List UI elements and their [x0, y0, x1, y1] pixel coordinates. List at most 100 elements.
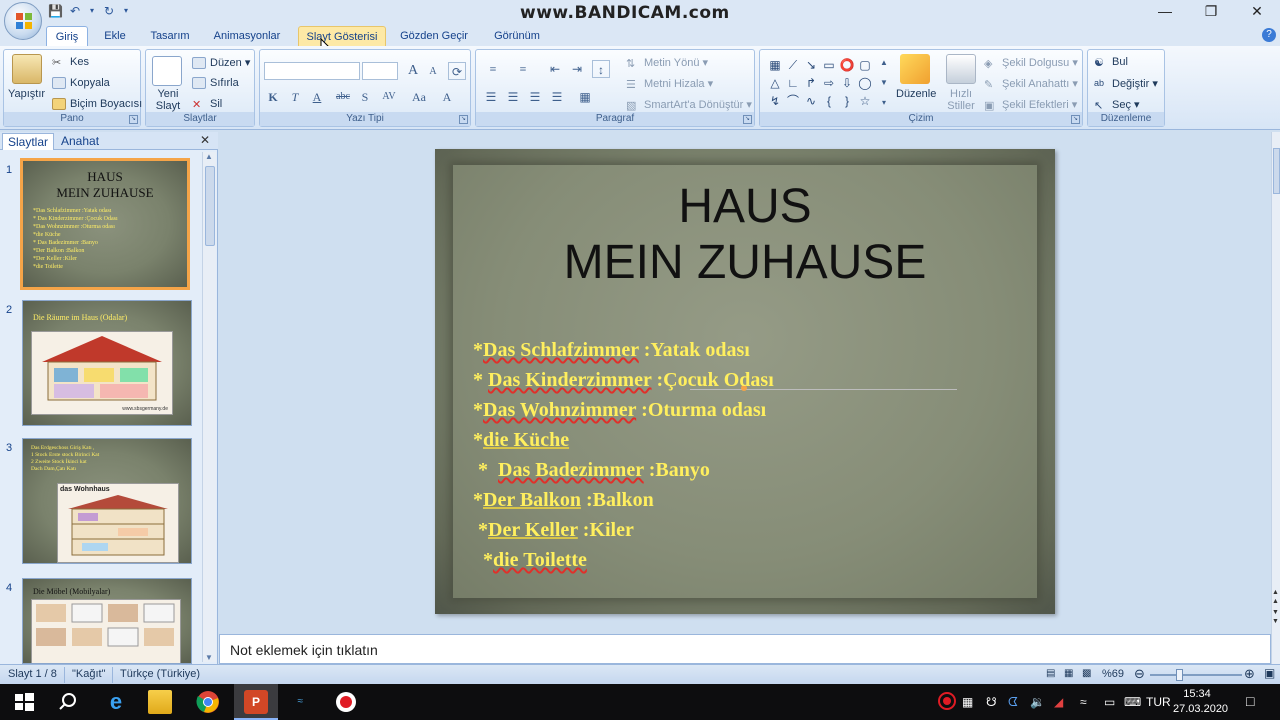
wifi-icon[interactable]: ≈	[1080, 695, 1087, 709]
speaker-icon[interactable]: ◢	[1054, 695, 1063, 709]
lightning-shape-icon[interactable]: ↯	[767, 93, 783, 109]
bold-button[interactable]: K	[264, 88, 282, 106]
increase-indent-icon[interactable]: ⇥	[568, 60, 586, 78]
zoom-slider[interactable]	[1150, 674, 1242, 676]
freeform-shape-icon[interactable]: ∿	[803, 93, 819, 109]
elbow-arrow-shape-icon[interactable]: ↱	[803, 75, 819, 91]
text-shadow-button[interactable]: S	[356, 88, 374, 106]
volume-icon[interactable]: 🔉	[1030, 695, 1045, 709]
cut-button[interactable]: ✂ Kes	[52, 56, 89, 69]
zoom-slider-thumb[interactable]	[1176, 669, 1183, 681]
scroll-thumb[interactable]	[1273, 148, 1280, 194]
smartart-button[interactable]: ▧ SmartArt'a Dönüştür ▾	[626, 98, 752, 112]
format-painter-button[interactable]: Biçim Boyacısı	[52, 98, 142, 111]
zoom-in-icon[interactable]: ⊕	[1244, 666, 1255, 682]
line-shape-icon[interactable]: ⟋	[785, 57, 801, 73]
windows-start-icon[interactable]	[12, 690, 36, 714]
italic-button[interactable]: T	[286, 88, 304, 106]
new-slide-button[interactable]: Yeni Slayt	[154, 88, 182, 112]
close-panel-icon[interactable]: ✕	[200, 133, 210, 147]
current-slide[interactable]: HAUS MEIN ZUHAUSE *Das Schlafzimmer :Yat…	[435, 149, 1055, 614]
tab-ekle[interactable]: Ekle	[96, 26, 134, 46]
numbering-icon[interactable]: ≡	[512, 60, 534, 78]
undo-dropdown-icon[interactable]: ▾	[88, 4, 96, 18]
close-icon[interactable]: ✕	[1234, 0, 1280, 24]
slide-thumbnail-2[interactable]: Die Räume im Haus (Odalar) www.sbsgerman…	[22, 300, 192, 426]
down-arrow-shape-icon[interactable]: ⇩	[839, 75, 855, 91]
grow-font-button[interactable]: A	[404, 62, 422, 80]
dialog-launcher-icon[interactable]: ↘	[459, 115, 468, 124]
slide-thumbnail-3[interactable]: Das Erdgeschoss Giriş Katı , 1 Stock Ers…	[22, 438, 192, 564]
keyboard-icon[interactable]: ⌨	[1124, 695, 1141, 709]
bluetooth-icon[interactable]: ᗧ	[1008, 695, 1018, 710]
change-case-button[interactable]: Aa	[408, 88, 430, 106]
shrink-font-button[interactable]: A	[424, 63, 442, 81]
font-name-select[interactable]	[264, 62, 360, 80]
select-button[interactable]: ↖ Seç ▾	[1094, 98, 1140, 112]
shapes-more-icon[interactable]: ▾	[878, 94, 890, 112]
quick-styles-icon[interactable]	[946, 54, 976, 84]
customize-qat-icon[interactable]: ▾	[122, 4, 130, 18]
font-size-select[interactable]	[362, 62, 398, 80]
shape-fill-button[interactable]: ◈ Şekil Dolgusu ▾	[984, 56, 1078, 70]
input-language[interactable]: TUR	[1146, 695, 1171, 709]
tab-tasarim[interactable]: Tasarım	[144, 26, 196, 46]
columns-icon[interactable]: ▦	[574, 88, 596, 106]
underline-button[interactable]: A	[308, 88, 326, 106]
slide-sorter-icon[interactable]: ▦	[1064, 668, 1073, 679]
replace-button[interactable]: ab Değiştir ▾	[1094, 77, 1158, 90]
cloud-shape-icon[interactable]: ◯	[857, 75, 873, 91]
align-text-button[interactable]: ☰ Metni Hizala ▾	[626, 77, 713, 91]
layout-button[interactable]: Düzen ▾	[192, 56, 250, 70]
line-spacing-icon[interactable]: ↕	[592, 60, 610, 78]
notes-pane[interactable]: Not eklemek için tıklatın	[219, 634, 1271, 664]
dialog-launcher-icon[interactable]: ↘	[1071, 115, 1080, 124]
slideshow-view-icon[interactable]: ▩	[1082, 668, 1091, 679]
arrow-line-shape-icon[interactable]: ↘	[803, 57, 819, 73]
redo-icon[interactable]: ↻	[102, 4, 116, 18]
help-icon[interactable]: ?	[1262, 28, 1276, 42]
network-tray-icon[interactable]: ▦	[962, 695, 973, 709]
restore-icon[interactable]: ❐	[1188, 0, 1234, 24]
reset-button[interactable]: Sıfırla	[192, 77, 239, 90]
left-brace-shape-icon[interactable]: {	[821, 93, 837, 109]
fit-slide-icon[interactable]: ▣	[1264, 666, 1275, 680]
slide-thumbnail-1[interactable]: HAUS MEIN ZUHAUSE *Das Schlafzimmer :Yat…	[20, 158, 190, 290]
shapes-scroll-down-icon[interactable]: ▼	[878, 74, 890, 92]
tab-giris[interactable]: Giriş	[46, 26, 88, 46]
battery-icon[interactable]: ▭	[1104, 695, 1115, 709]
delete-slide-button[interactable]: ✕ Sil	[192, 98, 222, 111]
slide-area-scrollbar[interactable]: ▲ ▲ ▼ ▼	[1271, 132, 1280, 664]
align-right-icon[interactable]: ☰	[526, 88, 544, 106]
tab-outline[interactable]: Anahat	[56, 133, 104, 150]
zoom-out-icon[interactable]: ⊖	[1134, 666, 1145, 682]
notification-center-icon[interactable]: □	[1246, 693, 1254, 709]
bullets-icon[interactable]: ≡	[482, 60, 504, 78]
undo-icon[interactable]: ↶	[68, 4, 82, 18]
quick-styles-button[interactable]: Hızlı Stiller	[942, 88, 980, 112]
right-arrow-shape-icon[interactable]: ⇨	[821, 75, 837, 91]
scroll-down-icon[interactable]: ▼	[205, 653, 213, 662]
previous-slide-icon[interactable]: ▲ ▲	[1272, 588, 1279, 606]
align-left-icon[interactable]: ☰	[482, 88, 500, 106]
tab-gorunum[interactable]: Görünüm	[484, 26, 550, 46]
bandicam-record-icon[interactable]	[334, 690, 358, 714]
right-brace-shape-icon[interactable]: }	[839, 93, 855, 109]
elbow-connector-shape-icon[interactable]: ∟	[785, 75, 801, 91]
shapes-scroll-up-icon[interactable]: ▲	[878, 54, 890, 72]
chrome-browser-icon[interactable]	[196, 690, 220, 714]
tab-gozden-gecir[interactable]: Gözden Geçir	[396, 26, 472, 46]
dialog-launcher-icon[interactable]: ↘	[743, 115, 752, 124]
strikethrough-button[interactable]: abc	[332, 88, 354, 106]
arrange-button[interactable]: Düzenle	[896, 88, 936, 100]
scroll-thumb[interactable]	[205, 166, 215, 246]
dialog-launcher-icon[interactable]: ↘	[129, 115, 138, 124]
usb-tray-icon[interactable]: ☋	[986, 695, 997, 709]
slide-body-text[interactable]: *Das Schlafzimmer :Yatak odası * Das Kin…	[473, 335, 774, 575]
scroll-up-icon[interactable]: ▲	[205, 152, 213, 161]
slides-panel-scrollbar[interactable]: ▲ ▼	[202, 152, 216, 662]
slide-thumbnail-4[interactable]: Die Möbel (Mobilyalar)	[22, 578, 192, 664]
normal-view-icon[interactable]: ▤	[1046, 668, 1055, 679]
save-icon[interactable]: 💾	[48, 4, 63, 18]
oval-shape-icon[interactable]: ⭕	[839, 57, 855, 73]
